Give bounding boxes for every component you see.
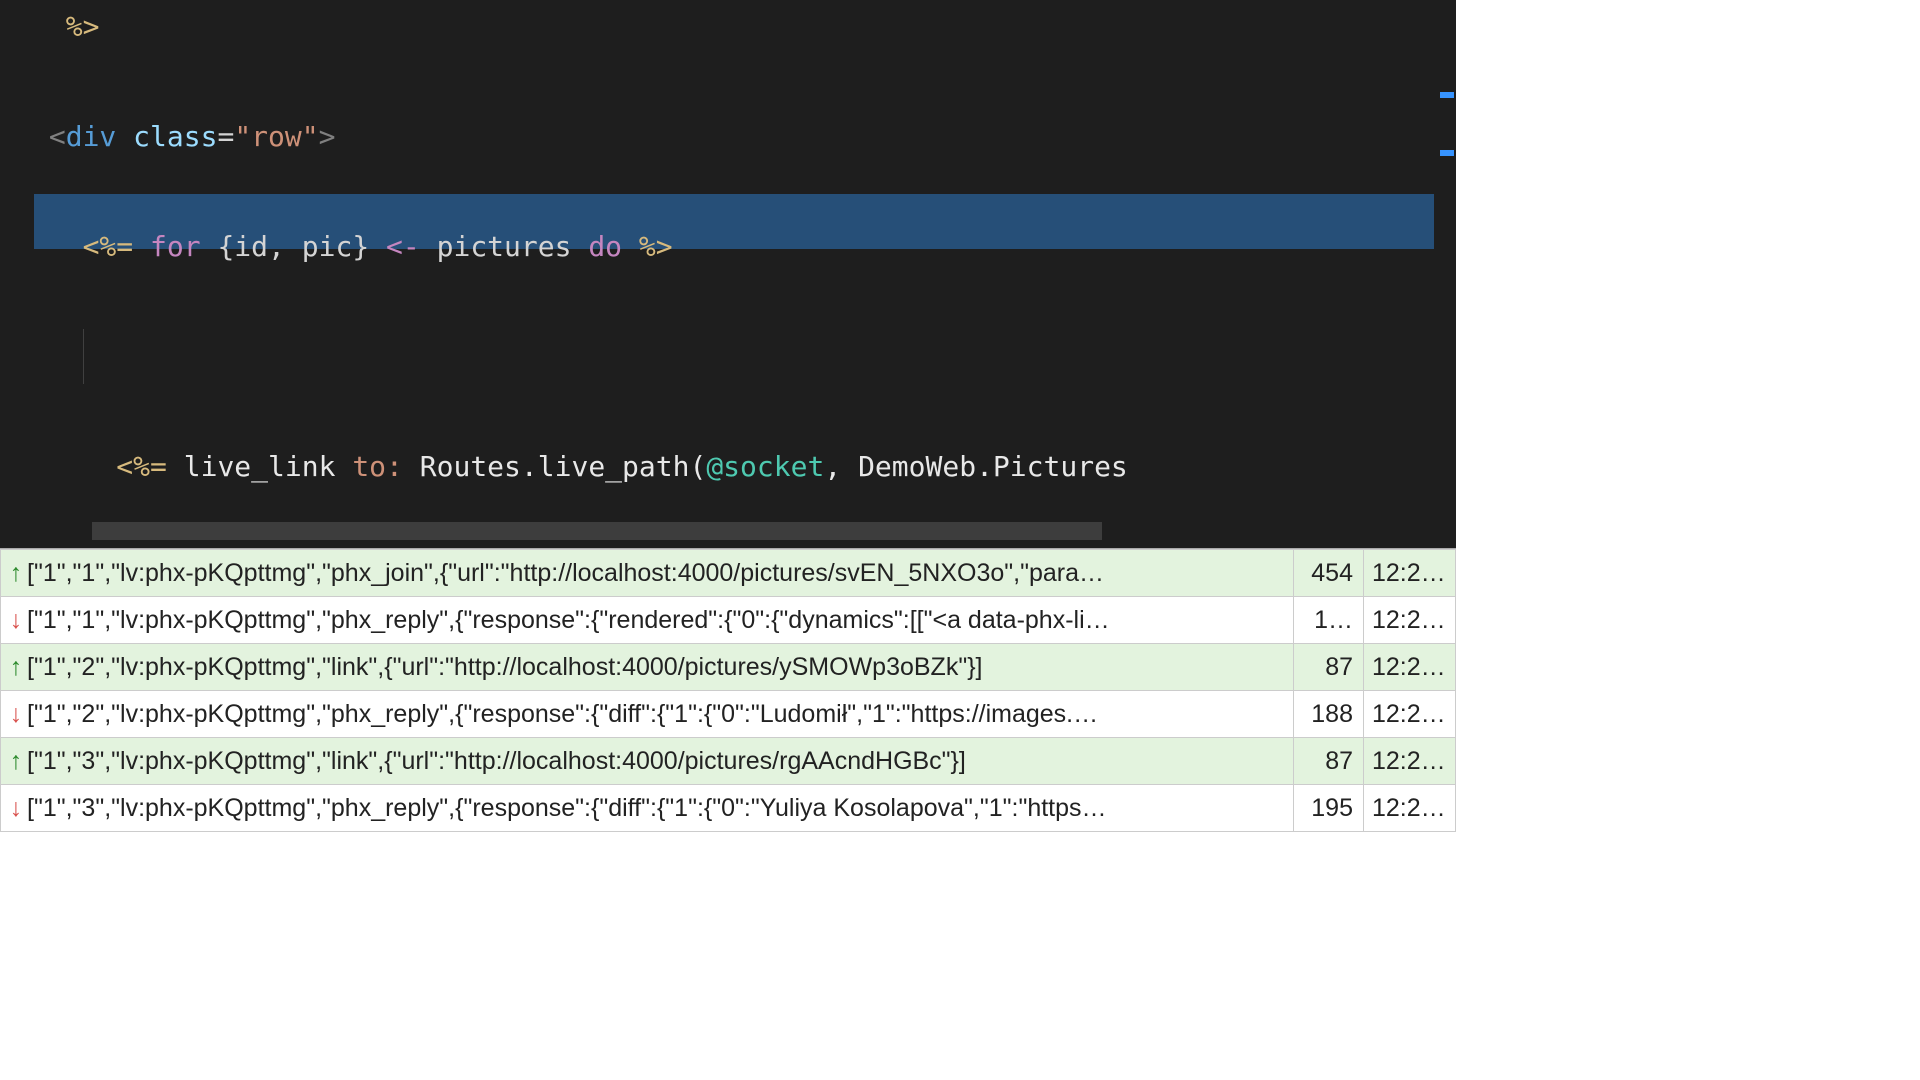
- message-row[interactable]: ↑["1","2","lv:phx-pKQpttmg","link",{"url…: [1, 644, 1456, 691]
- arrow-down-icon: ↓: [7, 794, 25, 823]
- message-length: 87: [1294, 738, 1364, 785]
- message-row[interactable]: ↑["1","1","lv:phx-pKQpttmg","phx_join",{…: [1, 550, 1456, 597]
- message-data: ↓["1","1","lv:phx-pKQpttmg","phx_reply",…: [1, 597, 1294, 644]
- message-length: 1…: [1294, 597, 1364, 644]
- websocket-messages-panel[interactable]: ↑["1","1","lv:phx-pKQpttmg","phx_join",{…: [0, 548, 1456, 816]
- code-line: <%= for {id, pic} <- pictures do %>: [32, 219, 1456, 274]
- message-row[interactable]: ↓["1","1","lv:phx-pKQpttmg","phx_reply",…: [1, 597, 1456, 644]
- message-time: 12:2…: [1364, 785, 1456, 832]
- code-line: %>: [32, 0, 1456, 54]
- code-line: <div class="row">: [32, 109, 1456, 164]
- message-time: 12:2…: [1364, 550, 1456, 597]
- messages-table: ↑["1","1","lv:phx-pKQpttmg","phx_join",{…: [0, 549, 1456, 832]
- message-data: ↑["1","3","lv:phx-pKQpttmg","link",{"url…: [1, 738, 1294, 785]
- message-time: 12:2…: [1364, 691, 1456, 738]
- message-data: ↓["1","3","lv:phx-pKQpttmg","phx_reply",…: [1, 785, 1294, 832]
- message-time: 12:2…: [1364, 597, 1456, 644]
- arrow-down-icon: ↓: [7, 606, 25, 635]
- arrow-up-icon: ↑: [7, 653, 25, 682]
- message-row[interactable]: ↑["1","3","lv:phx-pKQpttmg","link",{"url…: [1, 738, 1456, 785]
- arrow-down-icon: ↓: [7, 700, 25, 729]
- message-row[interactable]: ↓["1","3","lv:phx-pKQpttmg","phx_reply",…: [1, 785, 1456, 832]
- code-line: <%= live_link to: Routes.live_path(@sock…: [32, 439, 1456, 494]
- code-content: %> <div class="row"> <%= for {id, pic} <…: [32, 0, 1456, 548]
- message-time: 12:2…: [1364, 644, 1456, 691]
- message-length: 87: [1294, 644, 1364, 691]
- message-row[interactable]: ↓["1","2","lv:phx-pKQpttmg","phx_reply",…: [1, 691, 1456, 738]
- message-data: ↓["1","2","lv:phx-pKQpttmg","phx_reply",…: [1, 691, 1294, 738]
- message-length: 195: [1294, 785, 1364, 832]
- code-line: [32, 329, 1456, 384]
- message-data: ↑["1","2","lv:phx-pKQpttmg","link",{"url…: [1, 644, 1294, 691]
- message-length: 188: [1294, 691, 1364, 738]
- arrow-up-icon: ↑: [7, 559, 25, 588]
- token: %>: [66, 10, 100, 43]
- code-editor[interactable]: %> <div class="row"> <%= for {id, pic} <…: [0, 0, 1456, 548]
- message-data: ↑["1","1","lv:phx-pKQpttmg","phx_join",{…: [1, 550, 1294, 597]
- arrow-up-icon: ↑: [7, 747, 25, 776]
- message-length: 454: [1294, 550, 1364, 597]
- message-time: 12:2…: [1364, 738, 1456, 785]
